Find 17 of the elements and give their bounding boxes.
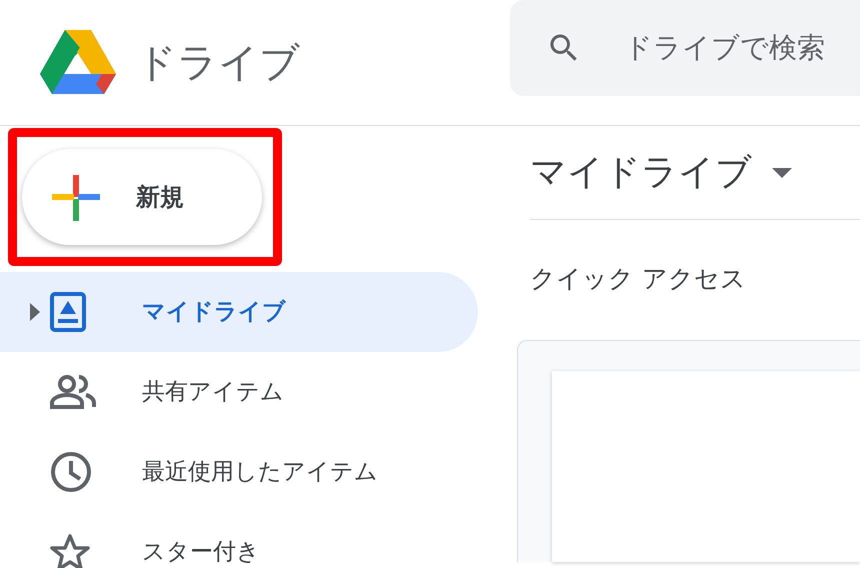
new-button[interactable]: 新規 — [22, 149, 262, 245]
expand-arrow-icon[interactable] — [30, 303, 40, 321]
dropdown-caret-icon[interactable] — [772, 168, 792, 178]
app-title: ドライブ — [136, 38, 300, 88]
drive-logo-icon — [40, 30, 116, 96]
sidebar-item[interactable]: マイドライブ — [0, 272, 478, 352]
search-field[interactable]: ドライブで検索 — [510, 0, 860, 96]
sidebar-item[interactable]: 最近使用したアイテム — [0, 432, 478, 512]
people-icon — [50, 375, 96, 409]
sidebar-item[interactable]: 共有アイテム — [0, 352, 478, 432]
clock-icon — [50, 451, 92, 493]
plus-icon — [52, 173, 100, 221]
section-heading: クイック アクセス — [530, 263, 747, 295]
page-title[interactable]: マイドライブ — [530, 146, 752, 200]
star-icon — [50, 533, 90, 568]
sidebar-item[interactable]: スター付き — [0, 512, 478, 568]
drive-folder-icon — [50, 292, 86, 332]
